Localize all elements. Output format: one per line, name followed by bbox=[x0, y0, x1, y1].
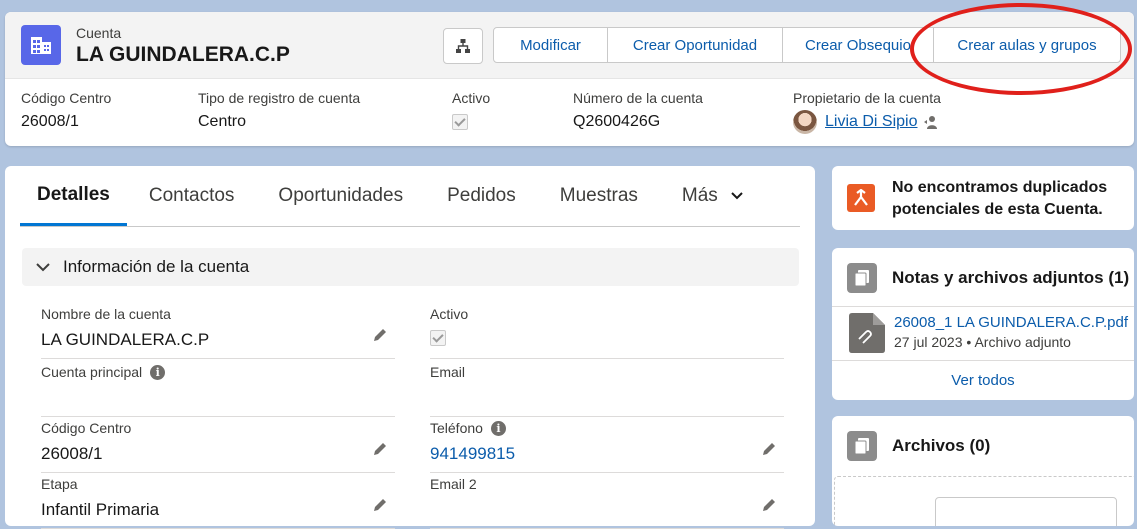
file-drop-zone[interactable] bbox=[834, 476, 1134, 526]
files-title[interactable]: Archivos (0) bbox=[892, 436, 990, 456]
phone-link[interactable]: 941499815 bbox=[430, 444, 515, 464]
upload-files-button[interactable] bbox=[935, 497, 1117, 526]
tab-detalles[interactable]: Detalles bbox=[20, 166, 127, 226]
chevron-down-icon bbox=[731, 192, 743, 200]
field-nombre-cuenta: Nombre de la cuenta LA GUINDALERA.C.P bbox=[41, 302, 395, 359]
info-icon[interactable]: i bbox=[490, 420, 506, 436]
avatar bbox=[793, 110, 817, 134]
attachment-icon bbox=[849, 313, 885, 353]
highlight-field-codigo-centro: Código Centro 26008/1 bbox=[21, 90, 112, 130]
record-header: Cuenta LA GUINDALERA.C.P Modificar Crear… bbox=[5, 12, 1134, 146]
pencil-icon[interactable] bbox=[371, 326, 389, 344]
view-hierarchy-button[interactable] bbox=[443, 28, 483, 64]
field-email: Email bbox=[430, 360, 784, 417]
field-codigo-centro: Código Centro 26008/1 bbox=[41, 416, 395, 473]
change-owner-icon[interactable] bbox=[923, 114, 939, 130]
tab-mas[interactable]: Más bbox=[660, 166, 766, 226]
pencil-icon[interactable] bbox=[371, 496, 389, 514]
tab-oportunidades[interactable]: Oportunidades bbox=[256, 166, 425, 226]
duplicates-card: No encontramos duplicados potenciales de… bbox=[832, 166, 1134, 230]
create-gift-button[interactable]: Crear Obsequio bbox=[782, 27, 934, 63]
tab-pedidos[interactable]: Pedidos bbox=[425, 166, 538, 226]
field-activo: Activo bbox=[430, 302, 784, 359]
header-top: Cuenta LA GUINDALERA.C.P Modificar Crear… bbox=[5, 12, 1134, 79]
activo-checkbox bbox=[452, 114, 468, 130]
field-email-2: Email 2 bbox=[430, 472, 784, 529]
create-opportunity-button[interactable]: Crear Oportunidad bbox=[607, 27, 783, 63]
highlight-field-tipo-registro: Tipo de registro de cuenta Centro bbox=[198, 90, 361, 130]
pencil-icon[interactable] bbox=[371, 440, 389, 458]
field-etapa: Etapa Infantil Primaria bbox=[41, 472, 395, 529]
field-telefono: Teléfono i 941499815 bbox=[430, 416, 784, 473]
tab-muestras[interactable]: Muestras bbox=[538, 166, 660, 226]
hierarchy-icon bbox=[456, 39, 470, 53]
notes-icon bbox=[847, 263, 877, 293]
attachment-link[interactable]: 26008_1 LA GUINDALERA.C.P.pdf bbox=[894, 314, 1128, 331]
notes-attachments-card: Notas y archivos adjuntos (1) 26008_1 LA… bbox=[832, 248, 1134, 400]
create-classrooms-groups-button[interactable]: Crear aulas y grupos bbox=[933, 27, 1121, 63]
account-icon bbox=[21, 25, 61, 65]
page-title: LA GUINDALERA.C.P bbox=[76, 43, 290, 66]
notes-title[interactable]: Notas y archivos adjuntos (1) bbox=[892, 268, 1129, 288]
duplicate-icon bbox=[847, 184, 875, 212]
info-icon[interactable]: i bbox=[150, 364, 166, 380]
edit-button[interactable]: Modificar bbox=[493, 27, 608, 63]
tab-bar: Detalles Contactos Oportunidades Pedidos… bbox=[20, 166, 800, 227]
view-all-link[interactable]: Ver todos bbox=[832, 372, 1134, 389]
files-card: Archivos (0) bbox=[832, 416, 1134, 526]
files-icon bbox=[847, 431, 877, 461]
highlight-field-numero-cuenta: Número de la cuenta Q2600426G bbox=[573, 90, 703, 130]
activo-checkbox bbox=[430, 330, 446, 346]
highlight-field-activo: Activo bbox=[452, 90, 490, 132]
object-label: Cuenta bbox=[76, 25, 122, 41]
tab-contactos[interactable]: Contactos bbox=[127, 166, 257, 226]
pencil-icon[interactable] bbox=[760, 496, 778, 514]
section-header-account-info[interactable]: Información de la cuenta bbox=[22, 248, 799, 286]
chevron-down-icon bbox=[36, 263, 50, 272]
action-button-group: Modificar Crear Oportunidad Crear Obsequ… bbox=[493, 27, 1121, 63]
pencil-icon[interactable] bbox=[760, 440, 778, 458]
highlight-field-propietario: Propietario de la cuenta Livia Di Sipio bbox=[793, 90, 941, 134]
owner-link[interactable]: Livia Di Sipio bbox=[825, 113, 917, 131]
details-panel: Detalles Contactos Oportunidades Pedidos… bbox=[5, 166, 815, 529]
field-cuenta-principal: Cuenta principal i bbox=[41, 360, 395, 417]
